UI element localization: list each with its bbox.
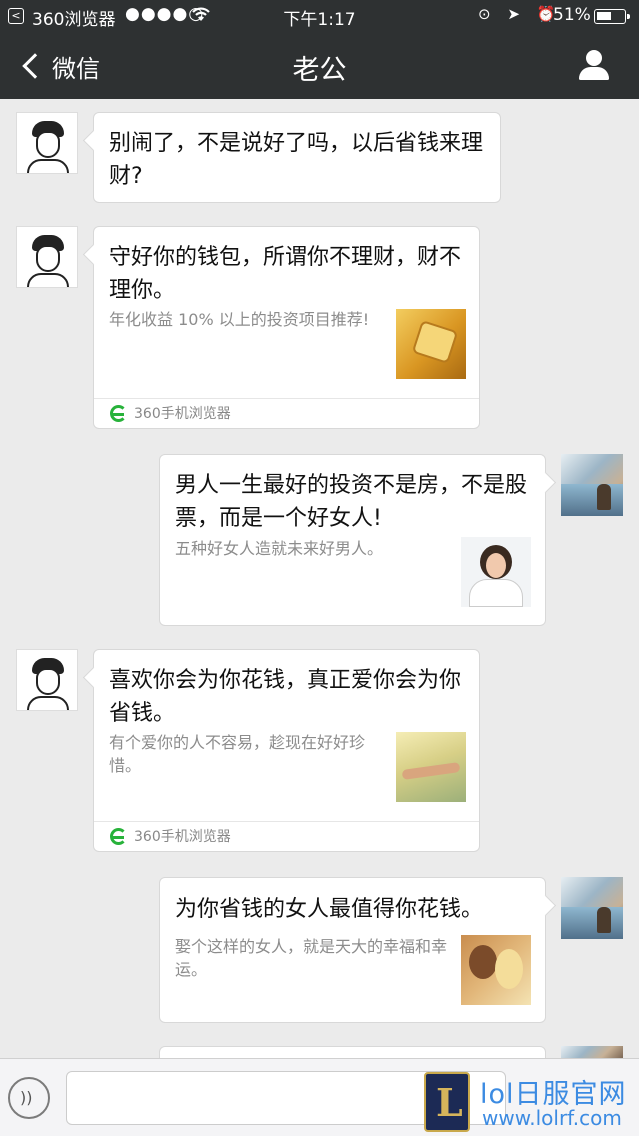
status-bar: < 360浏览器 ●●●●○ 下午1:17 ⊙ ➤ ⏰ 51% xyxy=(0,0,639,32)
battery-icon xyxy=(594,9,630,24)
status-system-icons: ⊙ ➤ ⏰ xyxy=(478,5,562,23)
link-card[interactable]: 喜欢你会为你花钱，真正爱你会为你省钱。 有个爱你的人不容易，趁现在好好珍惜。 3… xyxy=(93,649,480,852)
link-thumbnail xyxy=(461,935,531,1005)
message-text: 别闹了，不是说好了吗，以后省钱来理财? xyxy=(109,131,484,189)
contact-avatar[interactable] xyxy=(16,226,78,288)
battery-percent: 51% xyxy=(553,5,591,25)
link-card[interactable]: 男人一生最好的投资不是房，不是股票，而是一个好女人! 五种好女人造就未来好男人。 xyxy=(159,454,546,626)
contact-avatar[interactable] xyxy=(16,649,78,711)
link-title: 为你省钱的女人最值得你花钱。 xyxy=(175,897,484,922)
link-description: 娶个这样的女人，就是天大的幸福和幸运。 xyxy=(175,937,448,979)
link-title: 男人一生最好的投资不是房，不是股票，而是一个好女人! xyxy=(175,473,528,531)
message-bubble-partial xyxy=(159,1046,546,1058)
watermark-url: www.lolrf.com xyxy=(482,1106,622,1130)
person-icon[interactable] xyxy=(579,50,609,80)
my-avatar[interactable] xyxy=(561,454,623,516)
link-thumbnail xyxy=(461,537,531,607)
lol-logo-icon: L xyxy=(424,1072,470,1132)
link-source-label: 360手机浏览器 xyxy=(134,829,231,845)
link-source: 360手机浏览器 xyxy=(94,821,479,851)
message-bubble[interactable]: 别闹了，不是说好了吗，以后省钱来理财? xyxy=(93,112,501,203)
link-card[interactable]: 守好你的钱包，所谓你不理财，财不理你。 年化收益 10% 以上的投资项目推荐! … xyxy=(93,226,480,429)
nav-bar: 微信 老公 xyxy=(0,32,639,99)
chat-title: 老公 xyxy=(292,55,347,86)
link-thumbnail xyxy=(396,732,466,802)
browser-e-icon xyxy=(110,828,127,845)
voice-icon[interactable]: )) xyxy=(8,1077,50,1119)
link-description: 有个爱你的人不容易，趁现在好好珍惜。 xyxy=(109,733,366,775)
contact-avatar[interactable] xyxy=(16,112,78,174)
my-avatar xyxy=(561,1046,623,1058)
browser-e-icon xyxy=(110,405,127,422)
link-source-label: 360手机浏览器 xyxy=(134,406,231,422)
link-source: 360手机浏览器 xyxy=(94,398,479,428)
watermark: L lol日服官网 www.lolrf.com xyxy=(420,1070,639,1136)
link-description: 五种好女人造就未来好男人。 xyxy=(175,539,384,558)
top-bar: < 360浏览器 ●●●●○ 下午1:17 ⊙ ➤ ⏰ 51% 微信 老公 xyxy=(0,0,639,99)
link-description: 年化收益 10% 以上的投资项目推荐! xyxy=(109,310,370,329)
link-card[interactable]: 为你省钱的女人最值得你花钱。 娶个这样的女人，就是天大的幸福和幸运。 xyxy=(159,877,546,1023)
link-title: 守好你的钱包，所谓你不理财，财不理你。 xyxy=(109,245,462,303)
link-title: 喜欢你会为你花钱，真正爱你会为你省钱。 xyxy=(109,668,462,726)
link-thumbnail xyxy=(396,309,466,379)
my-avatar[interactable] xyxy=(561,877,623,939)
